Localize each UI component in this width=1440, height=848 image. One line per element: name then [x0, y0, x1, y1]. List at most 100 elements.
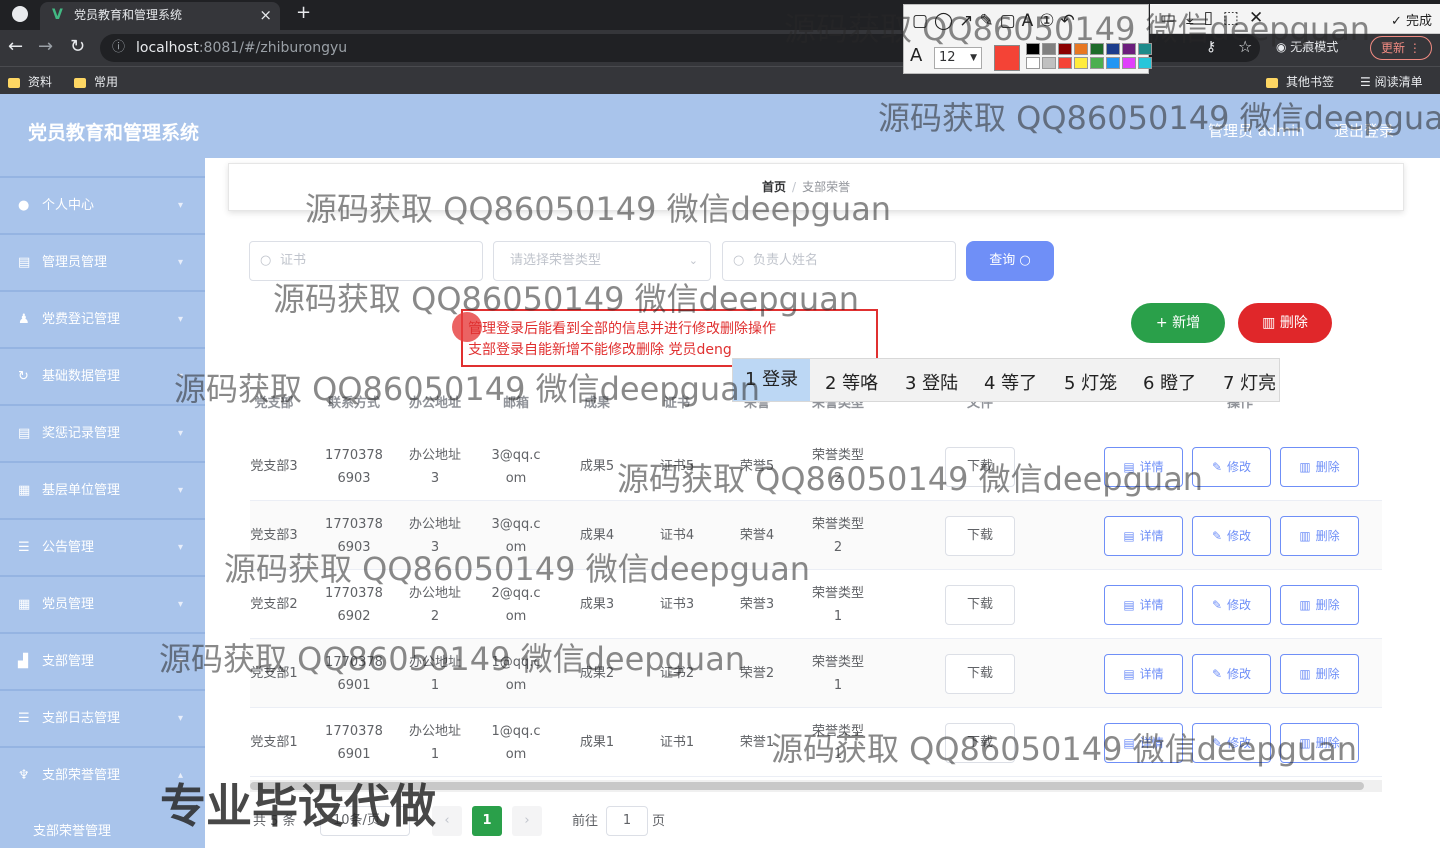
browser-tab[interactable]: V 党员教育和管理系统 × — [40, 2, 280, 30]
font-size-select[interactable]: 12 ▼ — [934, 47, 982, 69]
bookmark-folder-ziliao[interactable]: 资料 — [8, 73, 52, 90]
update-button[interactable]: 更新 ⋮ — [1370, 36, 1432, 60]
download-button[interactable]: 下载 — [945, 585, 1015, 625]
back-icon[interactable]: ← — [8, 36, 23, 57]
sidebar-item-branch-log[interactable]: ☰ 支部日志管理 ▾ — [0, 689, 205, 744]
detail-button[interactable]: ▤ 详情 — [1104, 723, 1183, 763]
cell-phone: 1770378 6901 — [322, 720, 386, 766]
detail-button[interactable]: ▤ 详情 — [1104, 447, 1183, 487]
bookmark-folder-changyong[interactable]: 常用 — [74, 73, 118, 90]
delete-button[interactable]: ▥ 删除 — [1280, 585, 1359, 625]
annotation-action-icons[interactable]: ▭⤓▯⬚✕ — [1160, 8, 1273, 28]
ime-candidate[interactable]: 6 瞪了 — [1143, 369, 1196, 395]
document-icon: ▤ — [1123, 529, 1135, 543]
browser-menu-icon[interactable] — [12, 6, 28, 22]
edit-button[interactable]: ✎ 修改 — [1192, 516, 1271, 556]
edit-button[interactable]: ✎ 修改 — [1192, 585, 1271, 625]
forward-icon[interactable]: → — [38, 36, 53, 57]
delete-button[interactable]: ▥ 删除 — [1280, 654, 1359, 694]
download-button[interactable]: 下载 — [945, 654, 1015, 694]
cell-honor-type-line1: 荣誉类型 — [811, 724, 864, 739]
trash-icon: ▥ — [1299, 529, 1311, 543]
new-tab-icon[interactable]: + — [296, 2, 311, 23]
sidebar-item-units[interactable]: ▦ 基层单位管理 ▾ — [0, 461, 205, 516]
bookmark-label: 其他书签 — [1286, 75, 1335, 89]
cell-phone-line1: 1770378 — [325, 448, 383, 463]
edit-button[interactable]: ✎ 修改 — [1192, 447, 1271, 487]
ime-candidate[interactable]: 3 登陆 — [905, 369, 958, 395]
delete-button[interactable]: ▥ 删除 — [1280, 723, 1359, 763]
cell-address-line1: 办公地址 — [408, 586, 461, 601]
ime-candidate[interactable]: 2 等咯 — [825, 369, 878, 395]
cell-honor: 荣誉4 — [739, 528, 775, 543]
key-icon[interactable]: ⚷ — [1206, 39, 1216, 55]
edit-label: 修改 — [1227, 460, 1252, 474]
person-icon: ♟ — [18, 312, 30, 327]
edit-button[interactable]: ✎ 修改 — [1192, 723, 1271, 763]
cell-honor-type: 荣誉类型 1 — [806, 720, 870, 766]
color-palette[interactable] — [1026, 43, 1152, 71]
prev-page-button[interactable]: ‹ — [432, 806, 462, 836]
incognito-indicator[interactable]: ◉ 无痕模式 — [1276, 36, 1338, 58]
sidebar-item-rewards[interactable]: ▤ 奖惩记录管理 ▾ — [0, 404, 205, 459]
edit-label: 修改 — [1227, 598, 1252, 612]
document-icon: ▤ — [1123, 598, 1135, 612]
reload-icon[interactable]: ↻ — [70, 36, 85, 57]
sidebar-item-members[interactable]: ▦ 党员管理 ▾ — [0, 575, 205, 630]
breadcrumb-home[interactable]: 首页 — [762, 180, 786, 194]
ime-candidate[interactable]: 7 灯亮 — [1223, 369, 1276, 395]
download-button[interactable]: 下载 — [945, 447, 1015, 487]
bookmarks-bar: 资料 常用 其他书签 ☰ 阅读清单 — [0, 66, 1440, 94]
breadcrumb-current: 支部荣誉 — [802, 180, 851, 194]
detail-button[interactable]: ▤ 详情 — [1104, 585, 1183, 625]
certificate-search-input[interactable]: ○ 证书 — [249, 241, 483, 281]
query-button[interactable]: 查询 ○ — [966, 241, 1054, 281]
logout-link[interactable]: 退出登录 — [1334, 120, 1394, 141]
honor-type-select[interactable]: 请选择荣誉类型 ⌄ — [493, 241, 711, 281]
download-button[interactable]: 下载 — [945, 516, 1015, 556]
detail-button[interactable]: ▤ 详情 — [1104, 516, 1183, 556]
menu-icon: ☰ — [18, 711, 30, 726]
batch-delete-button[interactable]: ▥ 删除 — [1238, 303, 1332, 343]
done-button[interactable]: ✓ 完成 — [1391, 10, 1432, 29]
sidebar-item-base-data[interactable]: ↻ 基础数据管理 ▾ — [0, 347, 205, 402]
cell-phone: 1770378 6903 — [322, 444, 386, 490]
sidebar-subitem-branch-honor[interactable]: 支部荣誉管理 — [33, 820, 111, 839]
cell-honor-type: 荣誉类型 1 — [806, 651, 870, 697]
annotation-tool-icons[interactable]: ▢◯↗✎▢A①↶ — [912, 11, 1081, 31]
delete-button[interactable]: ▥ 删除 — [1280, 447, 1359, 487]
trophy-icon: ♆ — [18, 768, 30, 783]
sidebar-item-admin[interactable]: ▤ 管理员管理 ▾ — [0, 233, 205, 288]
site-info-icon[interactable]: ⓘ — [112, 34, 125, 62]
document-icon: ▤ — [1123, 667, 1135, 681]
leader-search-input[interactable]: ○ 负责人姓名 — [722, 241, 956, 281]
vue-logo-icon: V — [52, 7, 63, 23]
ime-candidate[interactable]: 5 灯笼 — [1064, 369, 1117, 395]
ime-candidate[interactable]: 1 登录 — [733, 359, 811, 401]
star-icon[interactable]: ☆ — [1238, 37, 1252, 56]
delete-button[interactable]: ▥ 删除 — [1280, 516, 1359, 556]
sidebar-item-branch[interactable]: ▟ 支部管理 ▾ — [0, 632, 205, 687]
download-button[interactable]: 下载 — [945, 723, 1015, 763]
page-number-button[interactable]: 1 — [472, 806, 502, 836]
sidebar-item-party-fee[interactable]: ♟ 党费登记管理 ▾ — [0, 290, 205, 345]
cell-honor-type-line1: 荣誉类型 — [811, 586, 864, 601]
current-color-swatch[interactable] — [994, 45, 1020, 71]
column-header: 成果 — [583, 396, 610, 411]
add-button[interactable]: + 新增 — [1131, 303, 1225, 343]
next-page-button[interactable]: › — [512, 806, 542, 836]
edit-button[interactable]: ✎ 修改 — [1192, 654, 1271, 694]
ime-candidate[interactable]: 4 等了 — [984, 369, 1037, 395]
url-host: localhost — [136, 40, 199, 56]
edit-icon: ✎ — [1211, 667, 1223, 681]
app-title: 党员教育和管理系统 — [28, 122, 200, 144]
reading-list[interactable]: ☰ 阅读清单 — [1360, 73, 1423, 90]
bookmark-folder-other[interactable]: 其他书签 — [1266, 73, 1334, 90]
goto-page-input[interactable]: 1 — [606, 806, 648, 836]
list-icon: ▤ — [18, 426, 31, 441]
sidebar-item-notice[interactable]: ☰ 公告管理 ▾ — [0, 518, 205, 573]
sidebar-item-personal-center[interactable]: ● 个人中心 ▾ — [0, 176, 205, 231]
detail-button[interactable]: ▤ 详情 — [1104, 654, 1183, 694]
tab-close-icon[interactable]: × — [259, 2, 272, 28]
detail-label: 详情 — [1139, 598, 1164, 612]
